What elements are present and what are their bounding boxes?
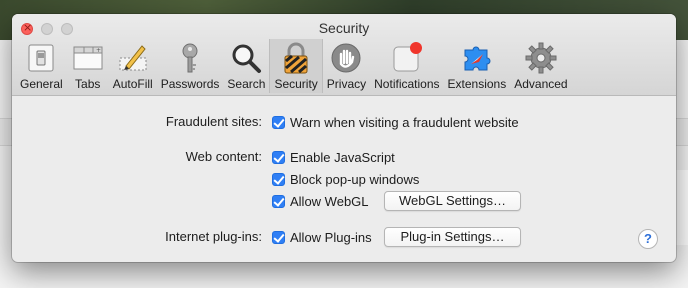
fraudulent-sites-label: Fraudulent sites:: [165, 114, 262, 129]
plugin-settings-button[interactable]: Plug-in Settings…: [384, 227, 521, 247]
popups-option[interactable]: Block pop-up windows: [272, 170, 419, 188]
webgl-option[interactable]: Allow WebGL: [272, 192, 369, 210]
tab-tabs[interactable]: + Tabs: [67, 39, 109, 93]
tab-general[interactable]: General: [16, 39, 67, 93]
autofill-pencil-icon: [116, 41, 150, 75]
hand-icon: [329, 41, 363, 75]
tab-extensions[interactable]: Extensions: [444, 39, 511, 93]
tab-search[interactable]: Search: [223, 39, 269, 93]
popups-checkbox[interactable]: [272, 172, 285, 186]
popups-text: Block pop-up windows: [290, 171, 420, 187]
fraudulent-warning-option[interactable]: Warn when visiting a fraudulent website: [272, 113, 519, 131]
background-panel: [676, 170, 688, 245]
tab-notifications-label: Notifications: [374, 77, 440, 91]
titlebar: Security General: [12, 14, 676, 96]
puzzle-piece-icon: [460, 41, 494, 75]
tab-advanced[interactable]: Advanced: [510, 39, 571, 93]
javascript-option[interactable]: Enable JavaScript: [272, 148, 395, 166]
tab-passwords[interactable]: Passwords: [157, 39, 224, 93]
security-pane: Fraudulent sites: Warn when visiting a f…: [12, 96, 676, 262]
plugins-option[interactable]: Allow Plug-ins: [272, 228, 372, 246]
tab-security-label: Security: [274, 77, 318, 91]
tabs-icon: +: [71, 41, 105, 75]
tab-passwords-label: Passwords: [160, 77, 220, 91]
javascript-text: Enable JavaScript: [290, 149, 395, 165]
tab-extensions-label: Extensions: [447, 77, 507, 91]
webgl-checkbox[interactable]: [272, 194, 285, 208]
tab-tabs-label: Tabs: [75, 77, 101, 91]
notification-badge-icon: [390, 41, 424, 75]
preferences-window: Security General: [12, 14, 676, 262]
plugins-checkbox[interactable]: [272, 230, 285, 244]
general-switch-icon: [24, 41, 58, 75]
tab-advanced-label: Advanced: [514, 77, 568, 91]
magnifier-icon: [229, 41, 263, 75]
webgl-text: Allow WebGL: [290, 193, 369, 209]
tab-notifications[interactable]: Notifications: [370, 39, 443, 93]
tab-autofill-label: AutoFill: [112, 77, 153, 91]
plugins-label: Internet plug-ins:: [165, 229, 262, 244]
padlock-icon: [279, 41, 313, 75]
fraudulent-warning-checkbox[interactable]: [272, 115, 285, 129]
plugins-text: Allow Plug-ins: [290, 229, 372, 245]
window-title: Security: [318, 20, 370, 36]
tab-privacy-label: Privacy: [326, 77, 367, 91]
preferences-toolbar: General + Tabs AutoFill Passwords Search…: [16, 39, 572, 93]
tab-privacy[interactable]: Privacy: [323, 39, 370, 93]
web-content-label: Web content:: [185, 149, 262, 164]
javascript-checkbox[interactable]: [272, 150, 285, 164]
fraudulent-warning-text: Warn when visiting a fraudulent website: [290, 114, 519, 130]
tab-search-label: Search: [227, 77, 266, 91]
tab-autofill[interactable]: AutoFill: [109, 39, 157, 93]
svg-text:+: +: [96, 47, 101, 54]
tab-security[interactable]: Security: [269, 39, 323, 93]
gear-icon: [524, 41, 558, 75]
key-icon: [173, 41, 207, 75]
webgl-settings-button[interactable]: WebGL Settings…: [384, 191, 521, 211]
tab-general-label: General: [20, 77, 63, 91]
help-button[interactable]: ?: [638, 229, 658, 249]
